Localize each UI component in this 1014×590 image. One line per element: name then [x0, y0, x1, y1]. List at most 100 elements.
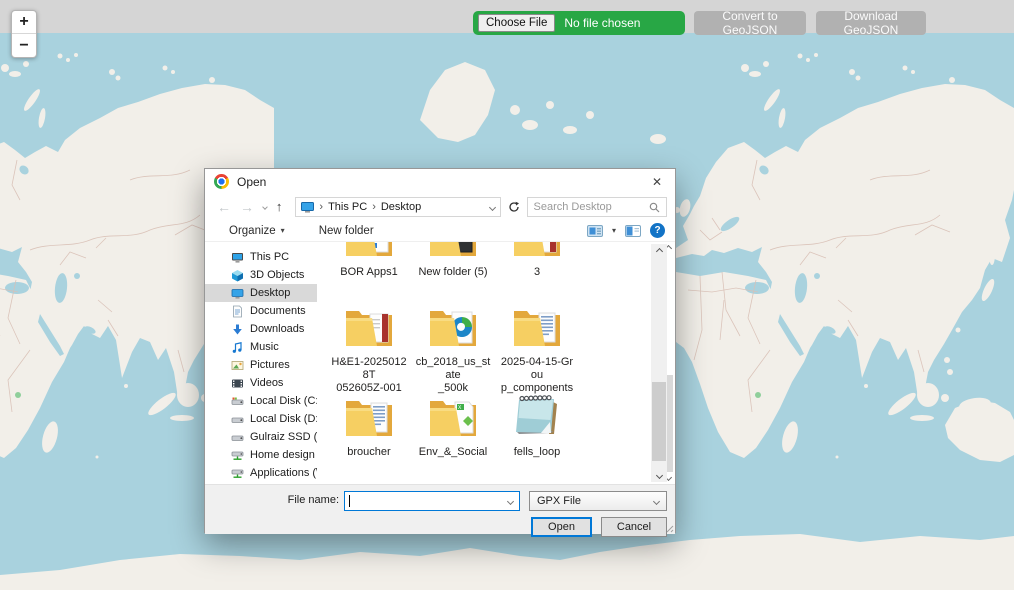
convert-to-geojson-button[interactable]: Convert to GeoJSON	[694, 11, 806, 35]
download-geojson-button[interactable]: Download GeoJSON	[816, 11, 926, 35]
file-item[interactable]: 3	[499, 242, 575, 292]
file-item[interactable]: X Env_&_Social	[415, 388, 491, 472]
dialog-body: This PC	[205, 242, 675, 484]
organize-menu[interactable]: Organize	[229, 225, 276, 237]
choose-file-button[interactable]: Choose File	[478, 14, 555, 32]
folder-icon	[509, 298, 565, 354]
sidebar-item-label: Pictures	[250, 359, 290, 371]
sidebar-item-label: Local Disk (C:)	[250, 395, 317, 407]
view-mode-button[interactable]: ▾	[587, 225, 616, 237]
sidebar-item-label: Gulraiz SSD (F:)	[250, 431, 317, 443]
zoom-in-button[interactable]: +	[12, 11, 36, 34]
dialog-titlebar[interactable]: Open ✕	[205, 169, 675, 194]
sidebar-item[interactable]: Documents	[205, 302, 317, 320]
open-button[interactable]: Open	[531, 517, 592, 537]
system-drive-icon	[231, 395, 244, 408]
desktop-icon	[231, 287, 244, 300]
dialog-footer: File name: GPX File Open Cancel	[205, 484, 675, 534]
sidebar-item[interactable]: Home design (\\	[205, 446, 317, 464]
folder-icon: X	[425, 388, 481, 444]
pictures-icon	[231, 359, 244, 372]
sidebar-item[interactable]: Videos	[205, 374, 317, 392]
refresh-icon[interactable]	[508, 201, 520, 213]
sidebar-item[interactable]: Desktop	[205, 284, 317, 302]
cancel-button[interactable]: Cancel	[601, 517, 667, 537]
sidebar-item-label: Documents	[250, 305, 306, 317]
zoom-out-button[interactable]: −	[12, 34, 36, 57]
sidebar-item[interactable]: Gulraiz SSD (F:)	[205, 428, 317, 446]
sidebar-item-label: Music	[250, 341, 279, 353]
back-icon[interactable]: ←	[217, 200, 231, 214]
close-icon[interactable]: ✕	[639, 169, 675, 194]
search-placeholder: Search Desktop	[534, 201, 649, 213]
file-list-scrollbar[interactable]	[651, 244, 667, 482]
up-icon[interactable]: ↑	[276, 200, 283, 214]
forward-icon[interactable]: →	[240, 200, 254, 214]
help-icon[interactable]: ?	[650, 223, 665, 238]
scroll-down-icon[interactable]	[651, 468, 667, 482]
recent-locations-icon[interactable]	[262, 204, 268, 210]
file-name-input[interactable]	[344, 491, 520, 511]
file-name-label: fells_loop	[499, 444, 575, 472]
search-input[interactable]: Search Desktop	[527, 197, 667, 217]
dialog-navbar: ← → ↑ › This PC › Desktop	[205, 194, 675, 220]
drive-icon	[231, 413, 244, 426]
file-item[interactable]: BOR Apps1	[331, 242, 407, 292]
crumb-separator: ›	[372, 201, 376, 213]
view-mode-icon	[587, 225, 603, 237]
folder-icon	[341, 388, 397, 444]
this-pc-icon	[231, 251, 244, 264]
file-type-dropdown-icon	[653, 497, 660, 504]
file-name-label: New folder (5)	[415, 264, 491, 292]
scrollbar-thumb[interactable]	[666, 375, 673, 472]
preview-pane-icon[interactable]	[625, 225, 641, 237]
network-drive-icon	[231, 449, 244, 462]
sidebar-item-label: Home design (\\	[250, 449, 317, 461]
network-drive-icon	[231, 467, 244, 480]
file-item[interactable]: broucher	[331, 388, 407, 472]
sidebar-item-label: Applications (\\D	[250, 467, 317, 479]
navigation-pane: This PC	[205, 242, 317, 484]
folder-icon	[341, 242, 397, 264]
app-window: + − Choose File No file chosen Convert t…	[0, 0, 1014, 590]
file-item[interactable]: cb_2018_us_state _500k	[415, 298, 491, 382]
breadcrumb-desktop[interactable]: Desktop	[381, 201, 421, 213]
file-name-label: File name:	[265, 494, 339, 506]
file-name-label: 3	[499, 264, 575, 292]
sidebar-item[interactable]: Applications (\\D	[205, 464, 317, 482]
sidebar-item[interactable]: Local Disk (C:)	[205, 392, 317, 410]
breadcrumb-this-pc[interactable]: This PC	[328, 201, 367, 213]
downloads-icon	[231, 323, 244, 336]
file-item[interactable]: H&E1-20250128T 052605Z-001	[331, 298, 407, 382]
file-item[interactable]: fells_loop	[499, 388, 575, 472]
file-upload-control[interactable]: Choose File No file chosen	[473, 11, 685, 35]
3d-objects-icon	[231, 269, 244, 282]
file-name-label: 2025-04-15-Grou p_components	[499, 354, 575, 382]
chrome-icon	[214, 174, 229, 189]
resize-grip-icon[interactable]	[664, 523, 674, 533]
sidebar-item[interactable]: Downloads	[205, 320, 317, 338]
sidebar-item-label: 3D Objects	[250, 269, 304, 281]
sidebar-item-label: Desktop	[250, 287, 290, 299]
address-dropdown-icon[interactable]	[488, 203, 495, 210]
file-name-label: Env_&_Social	[415, 444, 491, 472]
new-folder-button[interactable]: New folder	[319, 225, 374, 237]
file-item[interactable]: New folder (5)	[415, 242, 491, 292]
sidebar-item[interactable]: This PC	[205, 248, 317, 266]
sidebar-item[interactable]: Music	[205, 338, 317, 356]
drive-icon	[231, 431, 244, 444]
search-icon	[649, 202, 660, 213]
organize-caret-icon: ▾	[281, 226, 285, 235]
sidebar-item[interactable]: Pictures	[205, 356, 317, 374]
dialog-title: Open	[237, 175, 266, 189]
this-pc-icon	[301, 202, 314, 213]
file-item[interactable]: 2025-04-15-Grou p_components	[499, 298, 575, 382]
file-type-select[interactable]: GPX File	[529, 491, 667, 511]
scrollbar-thumb[interactable]	[652, 382, 666, 461]
open-file-dialog: Open ✕ ← → ↑ › This PC › Desktop	[204, 168, 676, 533]
breadcrumb[interactable]: › This PC › Desktop	[295, 197, 500, 217]
sidebar-item[interactable]: 3D Objects	[205, 266, 317, 284]
sidebar-item[interactable]: Local Disk (D:)	[205, 410, 317, 428]
file-name-dropdown-icon[interactable]	[507, 497, 514, 504]
scroll-up-icon[interactable]	[651, 244, 667, 258]
